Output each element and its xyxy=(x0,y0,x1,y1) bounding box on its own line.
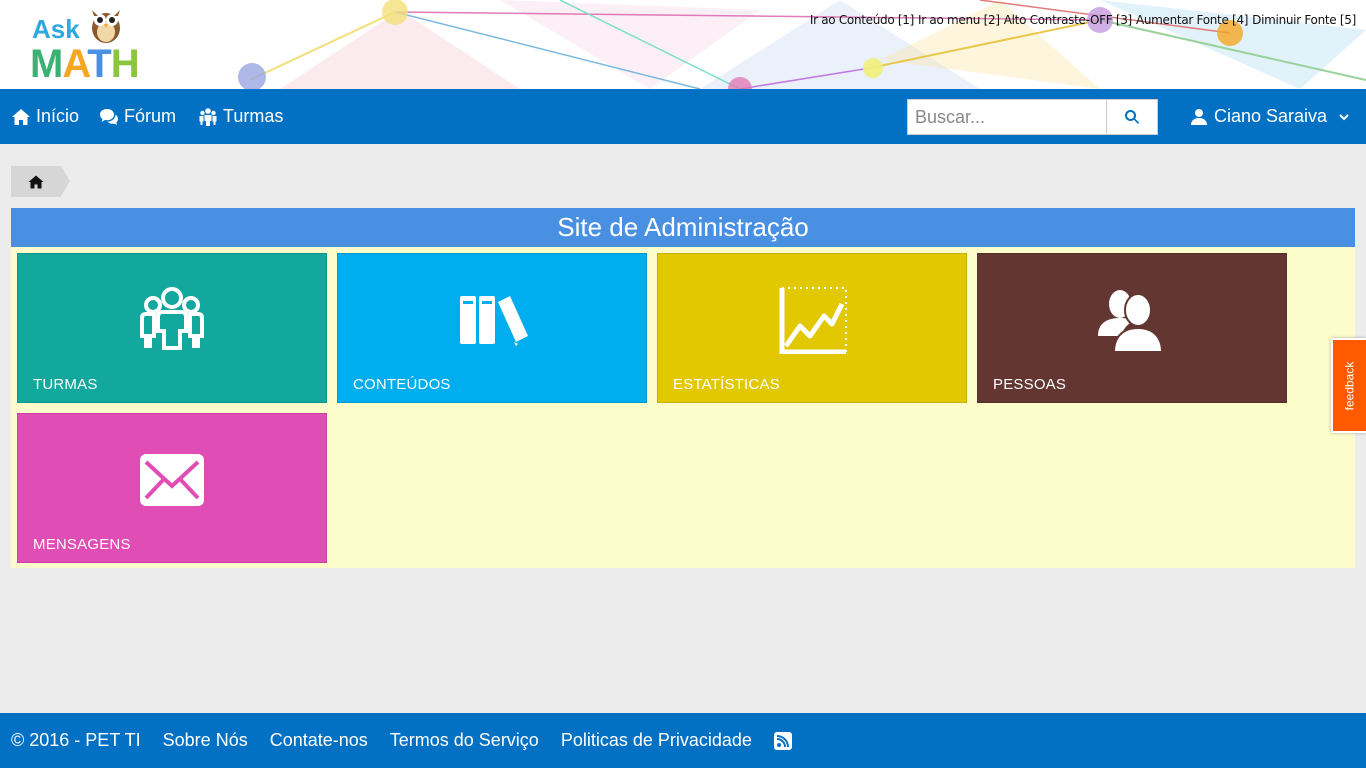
high-contrast-toggle[interactable]: Alto Contraste-OFF [3] xyxy=(1004,13,1133,27)
breadcrumb xyxy=(11,166,70,197)
tile-pessoas[interactable]: PESSOAS xyxy=(977,253,1287,403)
increase-font-link[interactable]: Aumentar Fonte [4] xyxy=(1136,13,1249,27)
search-button[interactable] xyxy=(1106,99,1158,135)
feedback-tab[interactable]: feedback xyxy=(1331,338,1366,433)
group-icon xyxy=(199,107,217,126)
nav-item-turmas[interactable]: Turmas xyxy=(198,89,283,144)
tile-label: TURMAS xyxy=(33,376,98,393)
breadcrumb-home[interactable] xyxy=(11,166,70,197)
footer-link-contate-nos[interactable]: Contate-nos xyxy=(270,730,368,751)
header-banner: Ask MATH Ir ao Conteúdo [1] Ir ao menu [… xyxy=(0,0,1366,89)
user-menu[interactable]: Ciano Saraiva xyxy=(1190,89,1349,144)
tile-label: PESSOAS xyxy=(993,376,1067,393)
user-name: Ciano Saraiva xyxy=(1214,106,1328,126)
main-navbar: Início Fórum Turmas Ciano Saraiva xyxy=(0,89,1366,144)
footer: © 2016 - PET TI Sobre Nós Contate-nos Te… xyxy=(0,713,1366,768)
tile-mensagens[interactable]: MENSAGENS xyxy=(17,413,327,563)
nav-item-label: Início xyxy=(36,106,80,126)
nav-item-inicio[interactable]: Início xyxy=(11,89,79,144)
nav-item-label: Turmas xyxy=(223,106,284,126)
search-icon xyxy=(1124,109,1140,124)
nav-item-forum[interactable]: Fórum xyxy=(99,89,176,144)
tile-estatisticas[interactable]: ESTATÍSTICAS xyxy=(657,253,967,403)
tile-turmas[interactable]: TURMAS xyxy=(17,253,327,403)
search-input[interactable] xyxy=(907,99,1106,135)
logo-text-ask: Ask xyxy=(32,14,80,44)
chat-bubbles-icon xyxy=(100,108,118,125)
user-icon xyxy=(1191,108,1207,125)
feedback-label: feedback xyxy=(1342,361,1357,410)
home-icon xyxy=(12,108,30,125)
tile-label: MENSAGENS xyxy=(33,536,131,553)
askmath-logo[interactable]: Ask MATH xyxy=(30,4,150,86)
books-icon xyxy=(456,286,528,354)
line-chart-icon xyxy=(776,286,848,354)
group-icon xyxy=(136,286,208,354)
envelope-icon xyxy=(136,446,208,514)
rss-button[interactable] xyxy=(773,731,792,750)
skip-to-content-link[interactable]: Ir ao Conteúdo [1] xyxy=(810,13,915,27)
footer-copyright: © 2016 - PET TI xyxy=(11,730,141,750)
nav-item-label: Fórum xyxy=(124,106,177,126)
tile-label: ESTATÍSTICAS xyxy=(673,376,780,393)
admin-tiles-panel: TURMAS CONTEÚDOS ESTATÍSTICAS PESSOAS ME… xyxy=(11,247,1355,568)
rss-icon xyxy=(776,734,789,747)
chevron-down-icon xyxy=(1339,113,1349,120)
logo-text-math: MATH xyxy=(30,42,140,86)
skip-to-menu-link[interactable]: Ir ao menu [2] xyxy=(918,13,1000,27)
owl-icon xyxy=(92,10,120,43)
tile-conteudos[interactable]: CONTEÚDOS xyxy=(337,253,647,403)
footer-link-privacidade[interactable]: Politicas de Privacidade xyxy=(561,730,752,751)
accessibility-bar: Ir ao Conteúdo [1] Ir ao menu [2] Alto C… xyxy=(810,13,1356,27)
panel-title: Site de Administração xyxy=(11,208,1355,247)
tile-label: CONTEÚDOS xyxy=(353,376,451,393)
footer-link-sobre-nos[interactable]: Sobre Nós xyxy=(163,730,248,751)
decrease-font-link[interactable]: Diminuir Fonte [5] xyxy=(1252,13,1356,27)
search-box xyxy=(907,99,1158,135)
footer-link-termos[interactable]: Termos do Serviço xyxy=(390,730,539,751)
people-icon xyxy=(1096,286,1168,354)
home-icon xyxy=(28,175,44,188)
